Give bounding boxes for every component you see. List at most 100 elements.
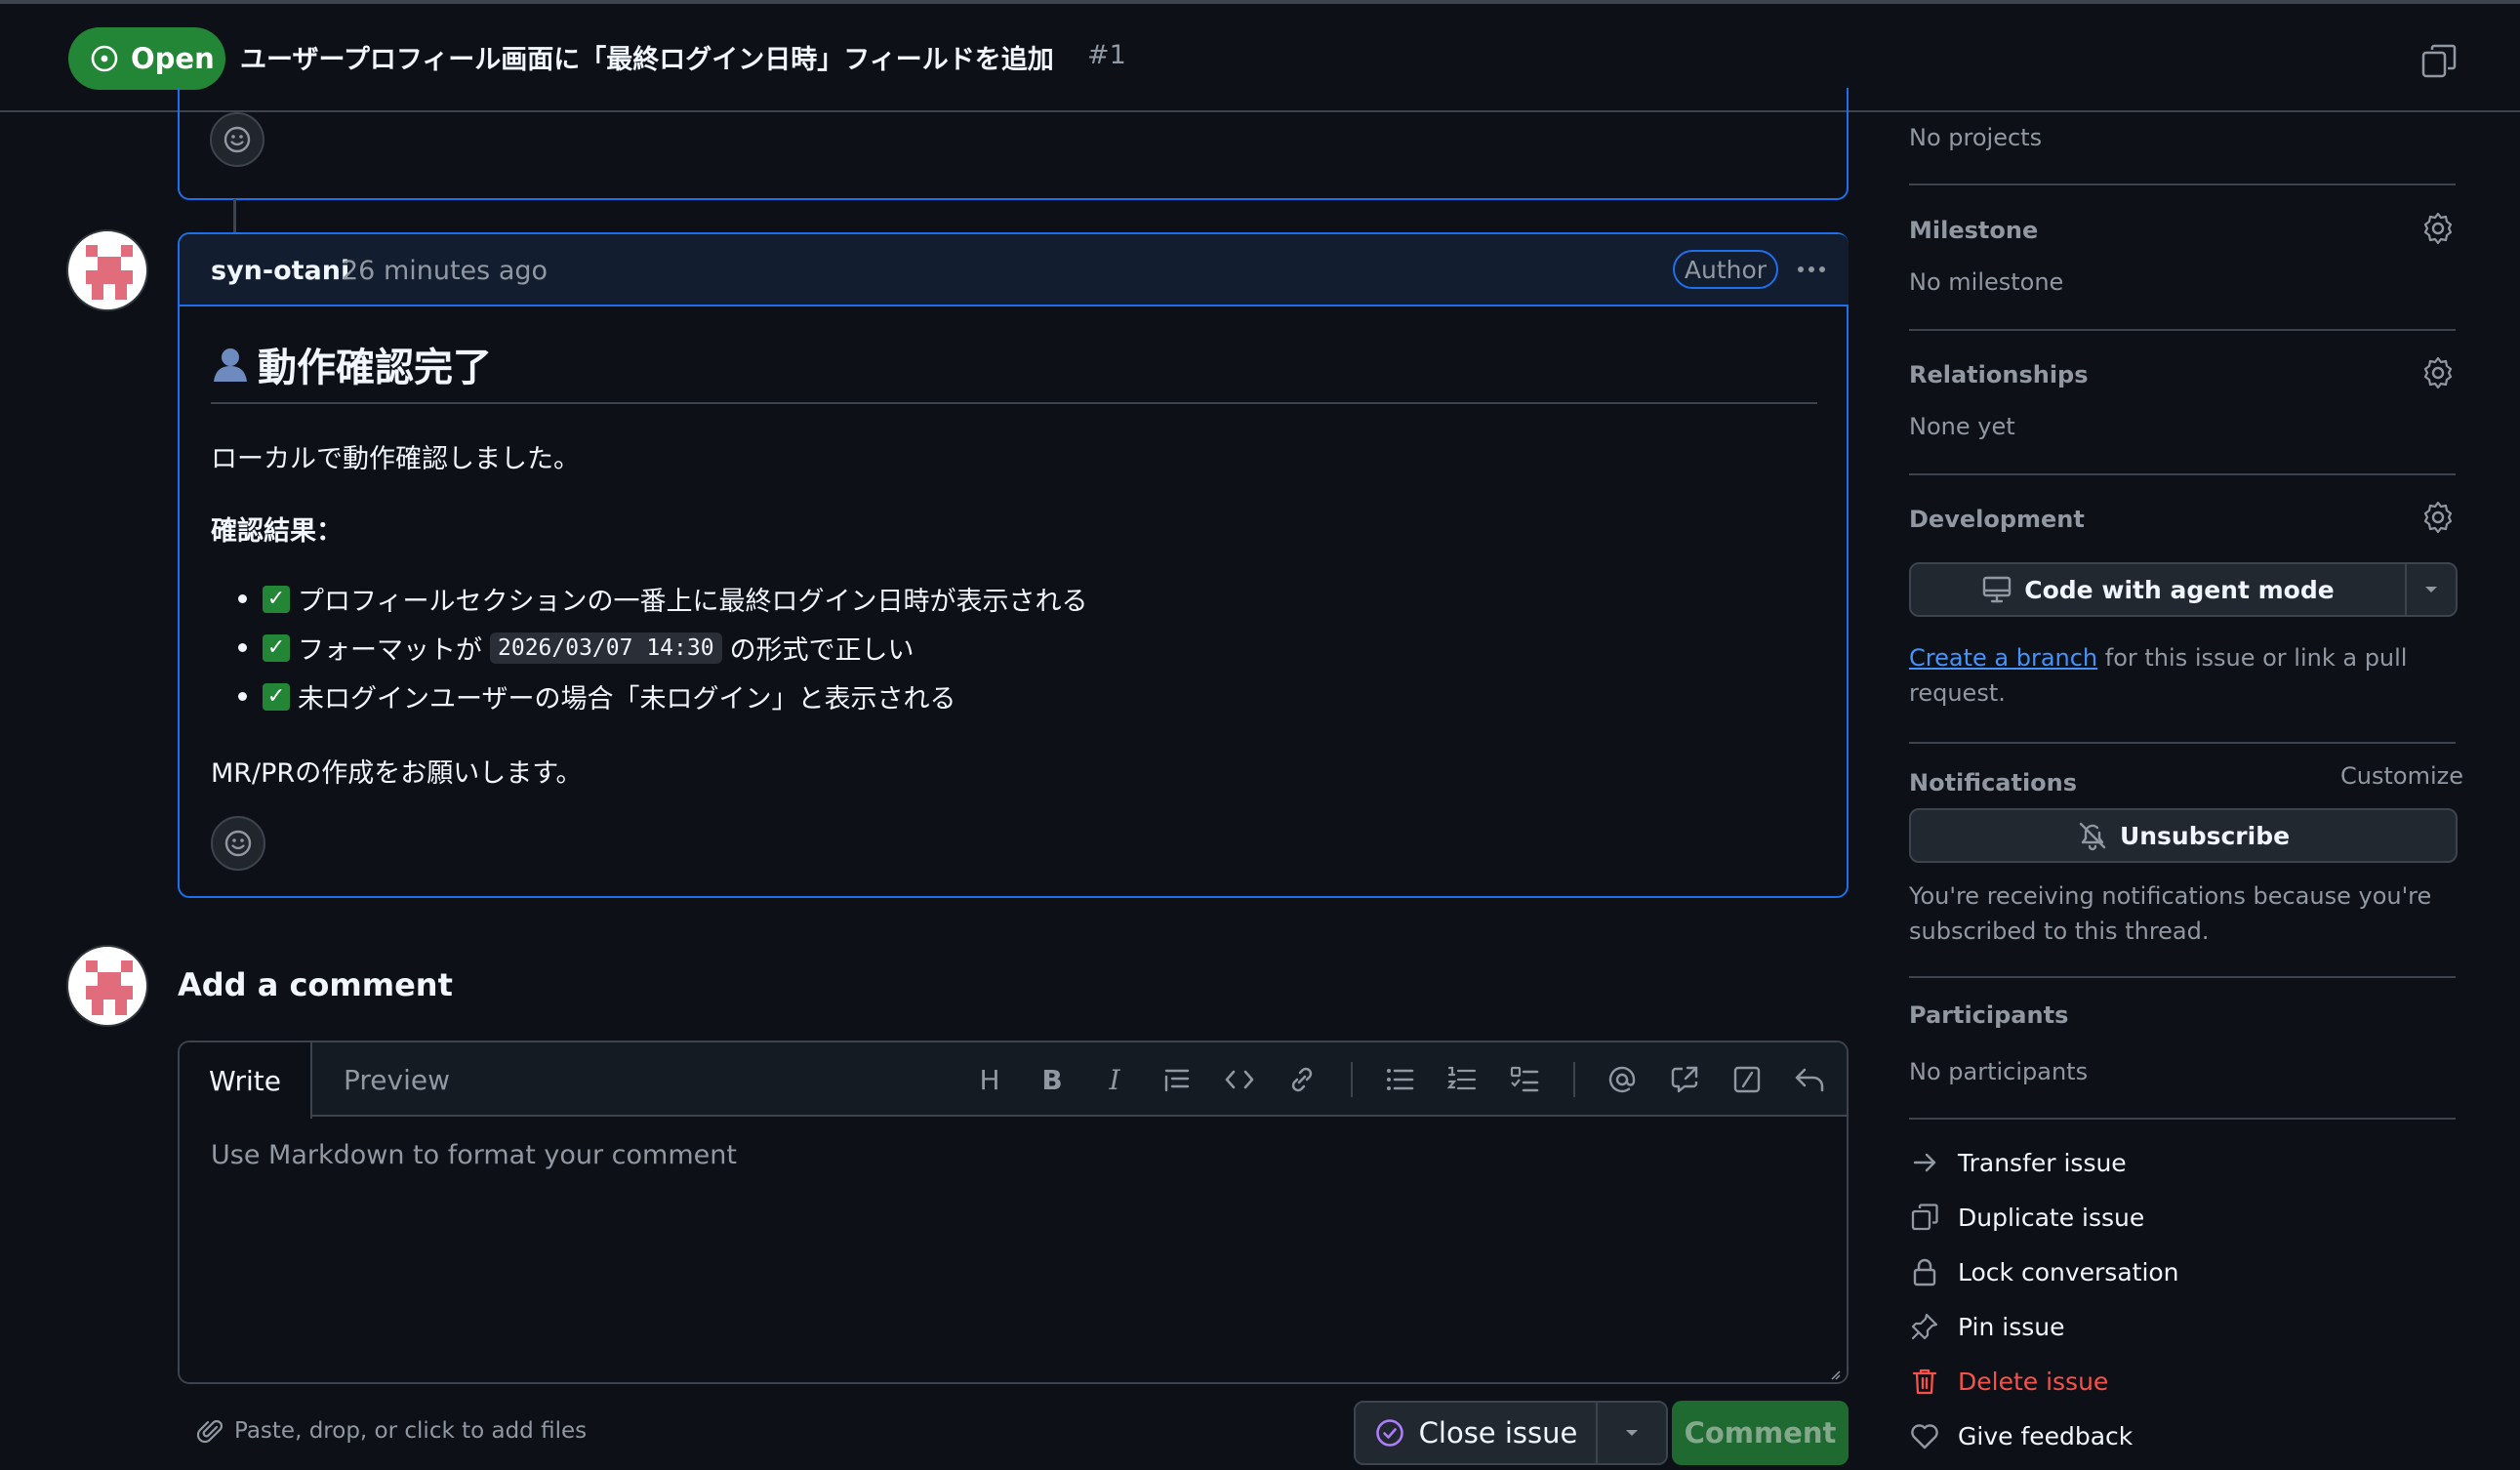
code-with-agent-button[interactable]: Code with agent mode [1911,564,2407,615]
duplicate-issue[interactable]: Duplicate issue [1909,1198,2144,1237]
check-mark-icon: ✓ [263,682,290,711]
code-icon [1225,1070,1254,1089]
gear-icon[interactable] [2420,355,2456,390]
lock-conversation[interactable]: Lock conversation [1909,1252,2179,1291]
comment-closing: MR/PRの作成をお願いします。 [211,758,583,789]
reply-button[interactable] [1792,1062,1827,1097]
heading-button[interactable]: H [972,1062,1007,1097]
slash-commands-button[interactable] [1729,1062,1765,1097]
attach-files[interactable]: Paste, drop, or click to add files [197,1417,587,1445]
bell-slash-icon [2079,822,2106,851]
quote-icon [1164,1069,1190,1092]
toolbar-divider [1573,1062,1575,1097]
pin-issue[interactable]: Pin issue [1909,1307,2065,1346]
customize-link[interactable]: Customize [2340,762,2463,790]
issue-number: #1 [1087,40,1126,70]
task-list-button[interactable] [1507,1062,1542,1097]
comment-heading: 動作確認完了 [211,336,492,392]
milestone-label[interactable]: Milestone [1909,217,2038,244]
comment-paragraph: ローカルで動作確認しました。 [211,444,580,474]
list-unordered-icon [1387,1069,1414,1090]
copy-icon [1911,1204,1938,1231]
comment-timestamp[interactable]: 26 minutes ago [342,256,548,286]
comment-submit-button[interactable]: Comment [1672,1401,1849,1465]
bullet-list-button[interactable] [1382,1062,1417,1097]
lock-icon [1913,1258,1936,1286]
delete-issue[interactable]: Delete issue [1909,1362,2108,1401]
inline-code: 2026/03/07 14:30 [490,632,722,664]
heading-divider [211,402,1817,404]
quote-button[interactable] [1159,1062,1195,1097]
toolbar-divider [1351,1062,1353,1097]
sidebar-divider [1909,329,2456,331]
list-item: ✓ プロフィールセクションの一番上に最終ログイン日時が表示される [238,580,1087,618]
paperclip-icon [197,1419,224,1444]
status-badge: Open [68,27,225,90]
reference-button[interactable] [1667,1062,1702,1097]
check-circle-icon [1375,1419,1403,1447]
italic-button[interactable]: I [1097,1062,1132,1097]
reply-icon [1795,1068,1824,1092]
unsubscribe-button[interactable]: Unsubscribe [1909,808,2458,863]
numbered-list-button[interactable] [1444,1062,1480,1097]
agent-button-group: Code with agent mode [1909,562,2458,617]
device-desktop-icon [1983,576,2012,603]
issue-open-icon [91,45,118,72]
resize-handle-icon[interactable] [1829,1368,1841,1380]
arrow-right-icon [1913,1153,1936,1172]
comment-options-button[interactable] [1792,252,1831,287]
give-feedback[interactable]: Give feedback [1909,1416,2133,1455]
development-label[interactable]: Development [1909,506,2085,533]
mention-button[interactable] [1605,1062,1640,1097]
milestone-value: No milestone [1909,268,2064,296]
create-branch-link[interactable]: Create a branch [1909,644,2097,672]
transfer-issue[interactable]: Transfer issue [1909,1143,2127,1182]
close-issue-dropdown[interactable] [1598,1403,1666,1463]
relationships-value: None yet [1909,413,2015,440]
close-issue-button-group: Close issue [1354,1401,1668,1465]
comment-card: syn-otani 26 minutes ago Author 動作確認完了 ロ… [178,232,1849,898]
code-button[interactable] [1222,1062,1257,1097]
gear-icon[interactable] [2420,500,2456,535]
issue-title: ユーザープロフィール画面に「最終ログイン日時」フィールドを追加 [240,45,1054,75]
agent-dropdown[interactable] [2407,564,2456,615]
avatar[interactable] [66,945,148,1027]
link-button[interactable] [1284,1062,1320,1097]
cross-reference-icon [1671,1066,1698,1093]
gear-icon[interactable] [2420,211,2456,246]
comment-placeholder: Use Markdown to format your comment [211,1140,737,1170]
relationships-label[interactable]: Relationships [1909,361,2089,388]
list-ordered-icon [1446,1066,1477,1090]
comment-author[interactable]: syn-otani [211,256,349,286]
bold-button[interactable]: B [1035,1062,1070,1097]
sidebar-divider [1909,742,2456,744]
status-label: Open [131,42,215,75]
add-reaction-button[interactable] [211,816,265,871]
pin-icon [1911,1313,1938,1340]
add-reaction-button[interactable] [210,112,264,167]
notification-reason: You're receiving notifications because y… [1909,882,2432,910]
close-issue-button[interactable]: Close issue [1356,1403,1598,1463]
copy-icon[interactable] [2420,43,2458,80]
tab-write[interactable]: Write [180,1042,312,1119]
triangle-down-icon [2425,587,2437,592]
comment-header: syn-otani 26 minutes ago Author [180,234,1849,306]
list-item: ✓ フォーマットが 2026/03/07 14:30 の形式で正しい [238,629,915,667]
projects-value: No projects [1909,124,2043,151]
comment-editor: Write Preview H B I Use Markdown to form… [178,1041,1849,1384]
timeline-connector [233,199,236,232]
avatar[interactable] [66,229,148,311]
slash-icon [1733,1066,1761,1093]
smiley-icon [224,126,251,153]
sidebar-divider [1909,473,2456,475]
mention-icon [1608,1066,1636,1093]
sidebar-divider [1909,1118,2456,1120]
editor-toolbar: Write Preview H B I [180,1042,1847,1119]
triangle-down-icon [1626,1430,1638,1436]
participants-value: No participants [1909,1058,2089,1085]
author-badge: Author [1673,250,1778,289]
tab-preview[interactable]: Preview [344,1064,450,1096]
link-icon [1291,1067,1313,1092]
add-comment-title: Add a comment [178,966,453,1003]
notification-reason-2: subscribed to this thread. [1909,918,2210,945]
